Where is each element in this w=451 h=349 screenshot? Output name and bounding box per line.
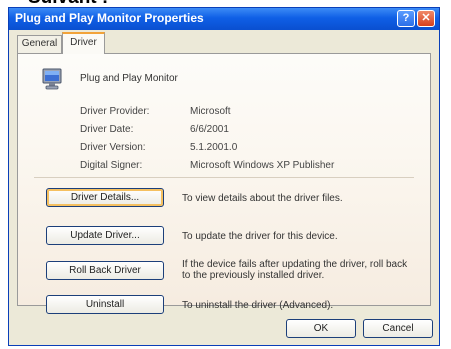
window-title: Plug and Play Monitor Properties [15,11,204,25]
title-bar[interactable]: Plug and Play Monitor Properties ? ✕ [9,8,439,30]
driver-provider-value: Microsoft [190,106,231,117]
monitor-icon [42,68,62,90]
section-divider [34,177,414,178]
digital-signer-value: Microsoft Windows XP Publisher [190,160,335,171]
driver-version-label: Driver Version: [80,142,146,153]
properties-dialog: Plug and Play Monitor Properties ? ✕ Gen… [8,7,440,346]
help-button[interactable]: ? [397,10,415,27]
close-icon: ✕ [421,12,431,24]
driver-date-value: 6/6/2001 [190,124,229,135]
driver-details-button[interactable]: Driver Details... [46,188,164,207]
update-driver-button[interactable]: Update Driver... [46,226,164,245]
driver-date-label: Driver Date: [80,124,134,135]
ok-button[interactable]: OK [286,319,356,338]
update-driver-description: To update the driver for this device. [182,231,338,242]
tab-driver[interactable]: Driver [62,32,105,54]
driver-tab-panel: Plug and Play Monitor Driver Provider: M… [17,53,431,314]
help-icon: ? [402,12,410,24]
roll-back-driver-button[interactable]: Roll Back Driver [46,261,164,280]
close-button[interactable]: ✕ [417,10,435,27]
driver-provider-label: Driver Provider: [80,106,150,117]
cancel-button[interactable]: Cancel [363,319,433,338]
digital-signer-label: Digital Signer: [80,160,143,171]
driver-version-value: 5.1.2001.0 [190,142,238,153]
uninstall-description: To uninstall the driver (Advanced). [182,300,334,311]
roll-back-driver-description: If the device fails after updating the d… [182,259,408,281]
device-name: Plug and Play Monitor [80,73,178,84]
tab-general[interactable]: General [17,35,62,53]
uninstall-button[interactable]: Uninstall [46,295,164,314]
driver-details-description: To view details about the driver files. [182,193,343,204]
